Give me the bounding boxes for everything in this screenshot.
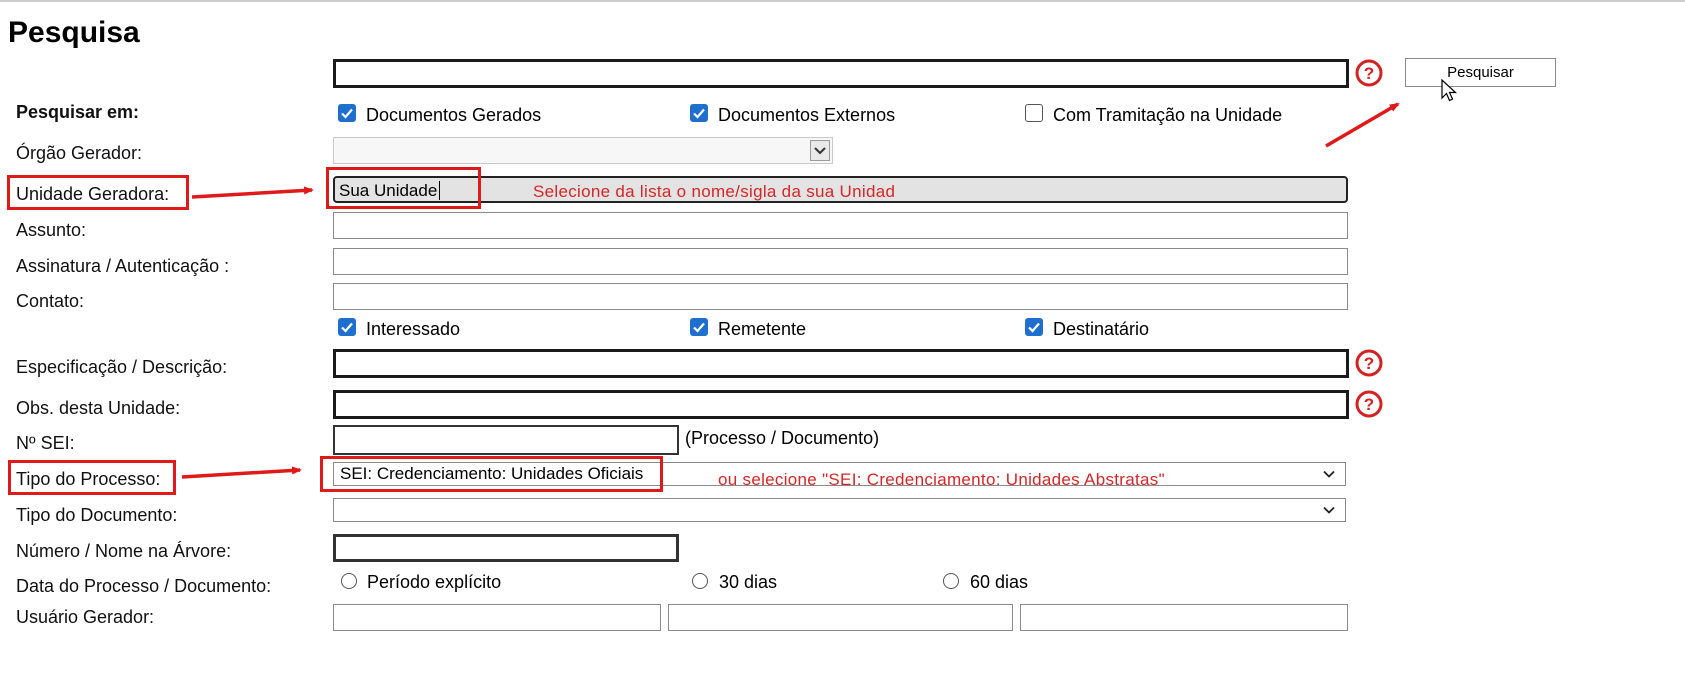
arrow-to-tipo-processo-field: [181, 466, 302, 479]
annotation-arrows: [181, 102, 1400, 479]
arrow-to-search-button: [1325, 102, 1400, 148]
arrow-to-unidade-field: [191, 186, 314, 199]
